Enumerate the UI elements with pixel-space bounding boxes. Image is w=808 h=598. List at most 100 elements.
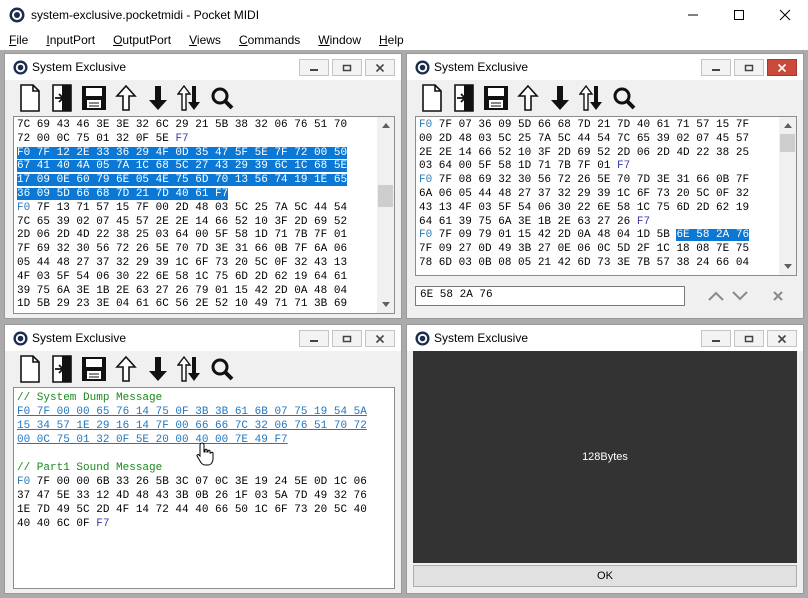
hex-line: 1D 5B 29 23 3E 04 61 6C 56 2E 52 10 49 7… xyxy=(17,298,347,312)
hex-segment: 03 64 00 5F 58 1D 71 7B 7F 01 xyxy=(419,160,618,173)
new-document-icon xyxy=(19,84,40,112)
search-input[interactable]: 6E 58 2A 76 xyxy=(415,286,685,306)
send-receive-button[interactable] xyxy=(175,83,204,113)
menu-outputport[interactable]: OutputPort xyxy=(104,33,180,47)
receive-down-button[interactable] xyxy=(545,83,574,113)
send-receive-button[interactable] xyxy=(577,83,606,113)
arrow-up-icon xyxy=(516,84,539,111)
menu-file[interactable]: File xyxy=(0,33,37,47)
sysex-window-bottom-right[interactable]: System Exclusive 128Bytes OK xyxy=(406,324,804,594)
hex-editor[interactable]: F0 7F 07 36 09 5D 66 68 7D 21 7D 40 61 7… xyxy=(415,116,797,276)
new-button[interactable] xyxy=(15,354,44,384)
window-restore-button[interactable] xyxy=(332,330,362,347)
sysex-window-top-left[interactable]: System Exclusive 7C 69 43 46 3E 3E 32 6C… xyxy=(4,53,402,319)
window-minimize-button[interactable] xyxy=(299,330,329,347)
hex-segment: 00 0C 75 01 32 0F 5E 20 00 40 00 7E 49 F… xyxy=(17,434,288,446)
send-receive-button[interactable] xyxy=(175,354,204,384)
find-next-button[interactable] xyxy=(729,287,751,305)
hex-segment: 2E 2E 14 66 52 10 3F 2D 69 52 2D 06 2D 4… xyxy=(419,146,750,159)
send-up-button[interactable] xyxy=(111,354,140,384)
window-restore-button[interactable] xyxy=(734,59,764,76)
hex-segment: 64 61 39 75 6A 3E 1B 2E 63 27 26 xyxy=(419,215,637,228)
menu-help[interactable]: Help xyxy=(370,33,413,47)
open-button[interactable] xyxy=(47,354,76,384)
search-button[interactable] xyxy=(207,354,236,384)
send-up-button[interactable] xyxy=(111,83,140,113)
save-button[interactable] xyxy=(79,83,108,113)
hex-segment: 67 41 40 4A 05 7A 1C 68 5C 27 43 29 39 6… xyxy=(17,160,348,173)
open-button[interactable] xyxy=(449,83,478,113)
menu-commands[interactable]: Commands xyxy=(230,33,309,47)
vertical-scrollbar[interactable] xyxy=(779,117,796,275)
window-title-bar[interactable]: System Exclusive xyxy=(5,54,401,80)
hex-segment: F0 xyxy=(419,229,433,242)
search-button[interactable] xyxy=(207,83,236,113)
scroll-thumb[interactable] xyxy=(378,185,393,207)
hex-segment: 72 00 0C 75 01 32 0F 5E xyxy=(17,132,176,145)
close-icon xyxy=(777,63,787,72)
toolbar xyxy=(15,82,236,114)
window-close-button[interactable] xyxy=(365,59,395,76)
hex-line: F0 7F 12 2E 33 36 29 4F 0D 35 47 5F 5E 7… xyxy=(17,146,348,161)
menu-inputport[interactable]: InputPort xyxy=(37,33,104,47)
search-button[interactable] xyxy=(609,83,638,113)
scroll-down-button[interactable] xyxy=(779,258,796,275)
maximize-button[interactable] xyxy=(716,0,762,30)
window-minimize-button[interactable] xyxy=(701,330,731,347)
transfer-status-panel: 128Bytes xyxy=(413,351,797,563)
hex-segment: F0 7F 00 00 65 76 14 75 0F 3B 3B 61 6B 0… xyxy=(17,406,367,418)
hex-segment: 2D 06 2D 4D 22 38 25 03 64 00 5F 58 1D 7… xyxy=(17,229,348,242)
save-button[interactable] xyxy=(79,354,108,384)
hex-line: // Part1 Sound Message xyxy=(17,462,367,476)
close-icon xyxy=(779,9,791,21)
minimize-button[interactable] xyxy=(670,0,716,30)
hex-segment: 37 47 5E 33 12 4D 48 43 3B 0B 26 1F 03 5… xyxy=(17,490,367,502)
window-close-button[interactable] xyxy=(767,330,797,347)
open-button[interactable] xyxy=(47,83,76,113)
hex-segment: 6E 58 2A 76 xyxy=(676,229,750,242)
window-minimize-button[interactable] xyxy=(701,59,731,76)
receive-down-button[interactable] xyxy=(143,354,172,384)
scroll-thumb[interactable] xyxy=(780,134,795,152)
new-button[interactable] xyxy=(15,83,44,113)
hex-line: F0 7F 07 36 09 5D 66 68 7D 21 7D 40 61 7… xyxy=(419,119,749,133)
find-previous-button[interactable] xyxy=(705,287,727,305)
ok-button[interactable]: OK xyxy=(413,565,797,587)
sysex-window-top-right[interactable]: System Exclusive F0 7F 07 36 09 5D 66 68… xyxy=(406,53,804,319)
window-close-button[interactable] xyxy=(767,59,797,76)
save-button[interactable] xyxy=(481,83,510,113)
hex-segment: F0 xyxy=(17,476,31,488)
scroll-down-button[interactable] xyxy=(377,296,394,313)
window-close-button[interactable] xyxy=(365,330,395,347)
menu-accelerator: W xyxy=(318,33,330,47)
scroll-up-button[interactable] xyxy=(377,117,394,134)
window-title-bar[interactable]: System Exclusive xyxy=(407,325,803,351)
window-restore-button[interactable] xyxy=(332,59,362,76)
hex-segment: 78 6D 03 0B 08 05 21 42 6D 73 3E 7B 57 3… xyxy=(419,256,750,269)
receive-down-button[interactable] xyxy=(143,83,172,113)
close-button[interactable] xyxy=(762,0,808,30)
menu-window[interactable]: Window xyxy=(309,33,370,47)
hex-editor[interactable]: 7C 69 43 46 3E 3E 32 6C 29 21 5B 38 32 0… xyxy=(13,116,395,314)
scroll-up-button[interactable] xyxy=(779,117,796,134)
menu-views[interactable]: Views xyxy=(180,33,230,47)
vertical-scrollbar[interactable] xyxy=(377,117,394,313)
window-title-bar[interactable]: System Exclusive xyxy=(407,54,803,80)
search-icon xyxy=(211,87,233,110)
app-title-bar[interactable]: system-exclusive.pocketmidi - Pocket MID… xyxy=(0,0,808,30)
hex-line: 40 40 6C 0F F7 xyxy=(17,518,367,532)
window-restore-button[interactable] xyxy=(734,330,764,347)
window-minimize-button[interactable] xyxy=(299,59,329,76)
hex-editor[interactable]: // System Dump Message F0 7F 00 00 65 76 … xyxy=(13,387,395,589)
new-button[interactable] xyxy=(417,83,446,113)
hex-line: 64 61 39 75 6A 3E 1B 2E 63 27 26 F7 xyxy=(419,216,749,230)
hex-line: 72 00 0C 75 01 32 0F 5E F7 xyxy=(17,133,347,147)
minimize-icon xyxy=(712,68,720,71)
close-search-button[interactable] xyxy=(767,287,789,305)
window-title-bar[interactable]: System Exclusive xyxy=(5,325,401,351)
arrow-up-down-icon xyxy=(176,355,200,382)
send-up-button[interactable] xyxy=(513,83,542,113)
hex-line: 37 47 5E 33 12 4D 48 43 3B 0B 26 1F 03 5… xyxy=(17,490,367,504)
hex-line: 17 09 0E 60 79 6E 05 4E 75 6D 70 13 56 7… xyxy=(17,174,348,188)
restore-icon xyxy=(744,335,754,342)
